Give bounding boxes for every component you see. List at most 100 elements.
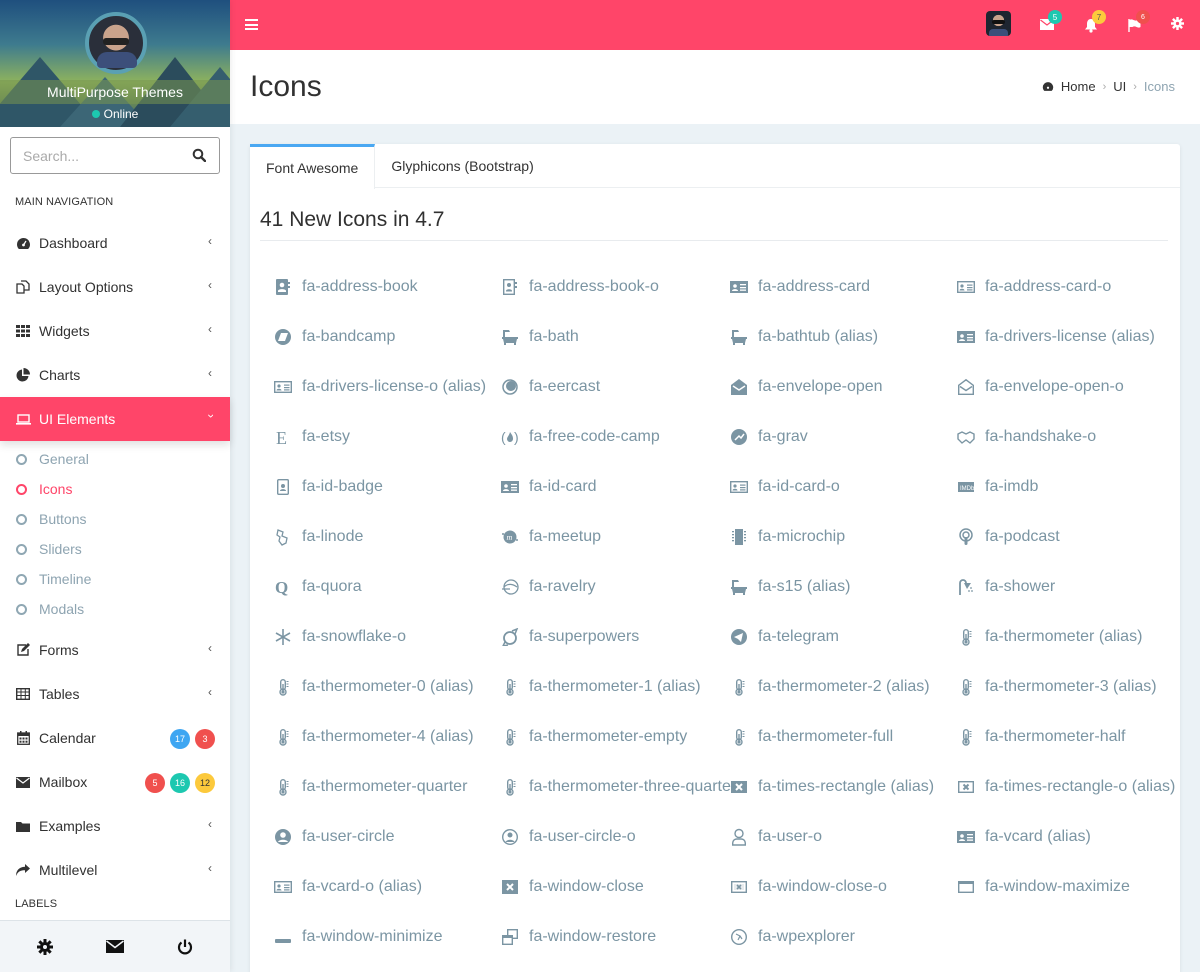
submenu-item-buttons[interactable]: Buttons <box>0 504 230 534</box>
sidebar-item-dashboard[interactable]: Dashboard ‹ <box>0 221 230 265</box>
messages-button[interactable]: 5 <box>1040 10 1062 33</box>
icon-item[interactable]: fa-thermometer-half <box>957 719 1184 755</box>
icon-item[interactable]: fa-vcard-o (alias) <box>274 869 501 905</box>
icon-item[interactable]: fa-wpexplorer <box>730 919 957 955</box>
icon-item[interactable]: fa-thermometer-empty <box>501 719 730 755</box>
sidebar-item-tables[interactable]: Tables ‹ <box>0 672 230 716</box>
icon-item[interactable]: fa-user-circle <box>274 819 501 855</box>
sidebar-item-charts[interactable]: Charts ‹ <box>0 353 230 397</box>
main-navigation-header: MAIN NAVIGATION <box>15 196 114 208</box>
icon-item[interactable]: fa-user-o <box>730 819 957 855</box>
icon-item[interactable]: fa-thermometer-1 (alias) <box>501 669 730 705</box>
icon-item[interactable]: fa-drivers-license (alias) <box>957 319 1184 355</box>
icon-item[interactable]: fa-podcast <box>957 519 1184 555</box>
icon-item[interactable]: Qfa-quora <box>274 569 501 605</box>
logout-button[interactable] <box>165 927 205 967</box>
submenu-item-timeline[interactable]: Timeline <box>0 564 230 594</box>
notifications-button[interactable]: 7 <box>1084 10 1106 33</box>
icon-item[interactable]: fa-grav <box>730 419 957 455</box>
icon-item[interactable]: fa-window-restore <box>501 919 730 955</box>
search-icon[interactable] <box>192 148 206 162</box>
sidebar-item-label: Mailbox <box>39 774 88 790</box>
icon-item[interactable]: fa-thermometer-three-quarters <box>501 769 744 805</box>
sidebar-item-calendar[interactable]: Calendar 17 3 <box>0 716 230 760</box>
breadcrumb-home[interactable]: Home <box>1061 79 1096 94</box>
icon-item[interactable]: fa-ravelry <box>501 569 730 605</box>
icon-item[interactable]: fa-telegram <box>730 619 957 655</box>
icon-item[interactable]: fa-envelope-open <box>730 369 957 405</box>
icon-item[interactable]: fa-address-card-o <box>957 269 1184 305</box>
user-menu-avatar[interactable] <box>986 11 1011 36</box>
submenu-item-sliders[interactable]: Sliders <box>0 534 230 564</box>
sidebar-item-multilevel[interactable]: Multilevel ‹ <box>0 848 230 892</box>
icon-item[interactable]: fa-window-minimize <box>274 919 501 955</box>
icon-item[interactable]: fa-thermometer-3 (alias) <box>957 669 1184 705</box>
icon-item[interactable]: fa-id-card <box>501 469 730 505</box>
sidebar-item-layout-options[interactable]: Layout Options ‹ <box>0 265 230 309</box>
icon-item[interactable]: fa-drivers-license-o (alias) <box>274 369 501 405</box>
icon-item[interactable]: fa-linode <box>274 519 501 555</box>
icon-item[interactable]: IMDb fa-imdb <box>957 469 1184 505</box>
mail-button[interactable] <box>95 927 135 967</box>
tab-font-awesome[interactable]: Font Awesome <box>250 144 376 189</box>
icon-item[interactable]: fa-superpowers <box>501 619 730 655</box>
icon-item[interactable]: Efa-etsy <box>274 419 501 455</box>
icon-class-name: fa-id-card-o <box>758 478 840 495</box>
tasks-button[interactable]: 6 <box>1128 10 1150 33</box>
icon-item[interactable]: fa-thermometer (alias) <box>957 619 1184 655</box>
icon-item[interactable]: fa-id-card-o <box>730 469 957 505</box>
icon-item[interactable]: fa-shower <box>957 569 1184 605</box>
icon-item[interactable]: fa-thermometer-full <box>730 719 957 755</box>
icon-item[interactable]: fa-bandcamp <box>274 319 501 355</box>
window-minimize-icon <box>275 939 291 943</box>
tab-glyphicons[interactable]: Glyphicons (Bootstrap) <box>375 144 549 188</box>
icon-item[interactable]: fa-snowflake-o <box>274 619 501 655</box>
sidebar-item-ui-elements[interactable]: UI Elements ‹ <box>0 397 230 441</box>
sidebar-item-forms[interactable]: Forms ‹ <box>0 628 230 672</box>
icon-item[interactable]: () fa-free-code-camp <box>501 419 730 455</box>
icon-item[interactable]: fa-s15 (alias) <box>730 569 957 605</box>
submenu-item-icons[interactable]: Icons <box>0 474 230 504</box>
submenu-item-general[interactable]: General <box>0 444 230 474</box>
icon-item[interactable]: fa-vcard (alias) <box>957 819 1184 855</box>
icon-item[interactable]: fa-handshake-o <box>957 419 1184 455</box>
icon-item[interactable]: fa-microchip <box>730 519 957 555</box>
icon-item[interactable]: m fa-meetup <box>501 519 730 555</box>
settings-button[interactable] <box>25 927 65 967</box>
icon-item[interactable]: fa-window-close <box>501 869 730 905</box>
breadcrumb-ui[interactable]: UI <box>1113 79 1126 94</box>
icon-item[interactable]: fa-times-rectangle-o (alias) <box>957 769 1184 805</box>
icon-item[interactable]: fa-address-card <box>730 269 957 305</box>
icon-item[interactable]: fa-address-book-o <box>501 269 730 305</box>
search-input[interactable] <box>11 138 181 173</box>
icon-item[interactable]: fa-window-close-o <box>730 869 957 905</box>
count-badge: 12 <box>195 773 215 793</box>
sidebar-item-label: Examples <box>39 818 101 834</box>
icon-item[interactable]: fa-thermometer-2 (alias) <box>730 669 957 705</box>
icon-item[interactable]: fa-thermometer-quarter <box>274 769 501 805</box>
icon-item[interactable]: fa-eercast <box>501 369 730 405</box>
icon-class-name: fa-address-book-o <box>529 278 659 295</box>
icon-item[interactable]: fa-envelope-open-o <box>957 369 1184 405</box>
icon-item[interactable]: fa-bathtub (alias) <box>730 319 957 355</box>
icon-item[interactable]: fa-times-rectangle (alias) <box>730 769 957 805</box>
sidebar-item-mailbox[interactable]: Mailbox 5 16 12 <box>0 760 230 804</box>
icon-class-name: fa-thermometer-2 <box>758 678 882 695</box>
icon-item[interactable]: fa-address-book <box>274 269 501 305</box>
icon-item[interactable]: fa-user-circle-o <box>501 819 730 855</box>
icon-item[interactable]: fa-window-maximize <box>957 869 1184 905</box>
control-sidebar-button[interactable] <box>1171 17 1189 35</box>
icon-item[interactable]: fa-thermometer-0 (alias) <box>274 669 501 705</box>
free-code-camp-icon: () <box>501 429 519 445</box>
icon-item[interactable]: fa-thermometer-4 (alias) <box>274 719 501 755</box>
sidebar-toggle-icon[interactable] <box>245 19 258 30</box>
sidebar-item-widgets[interactable]: Widgets ‹ <box>0 309 230 353</box>
icon-item[interactable]: fa-id-badge <box>274 469 501 505</box>
submenu-item-modals[interactable]: Modals <box>0 594 230 624</box>
icon-class-name: fa-s15 <box>758 578 803 595</box>
sidebar-item-examples[interactable]: Examples ‹ <box>0 804 230 848</box>
user-avatar[interactable] <box>85 12 147 74</box>
vcard-o-icon <box>274 881 292 894</box>
icon-item[interactable]: fa-bath <box>501 319 730 355</box>
chevron-left-icon: ‹ <box>208 234 212 248</box>
